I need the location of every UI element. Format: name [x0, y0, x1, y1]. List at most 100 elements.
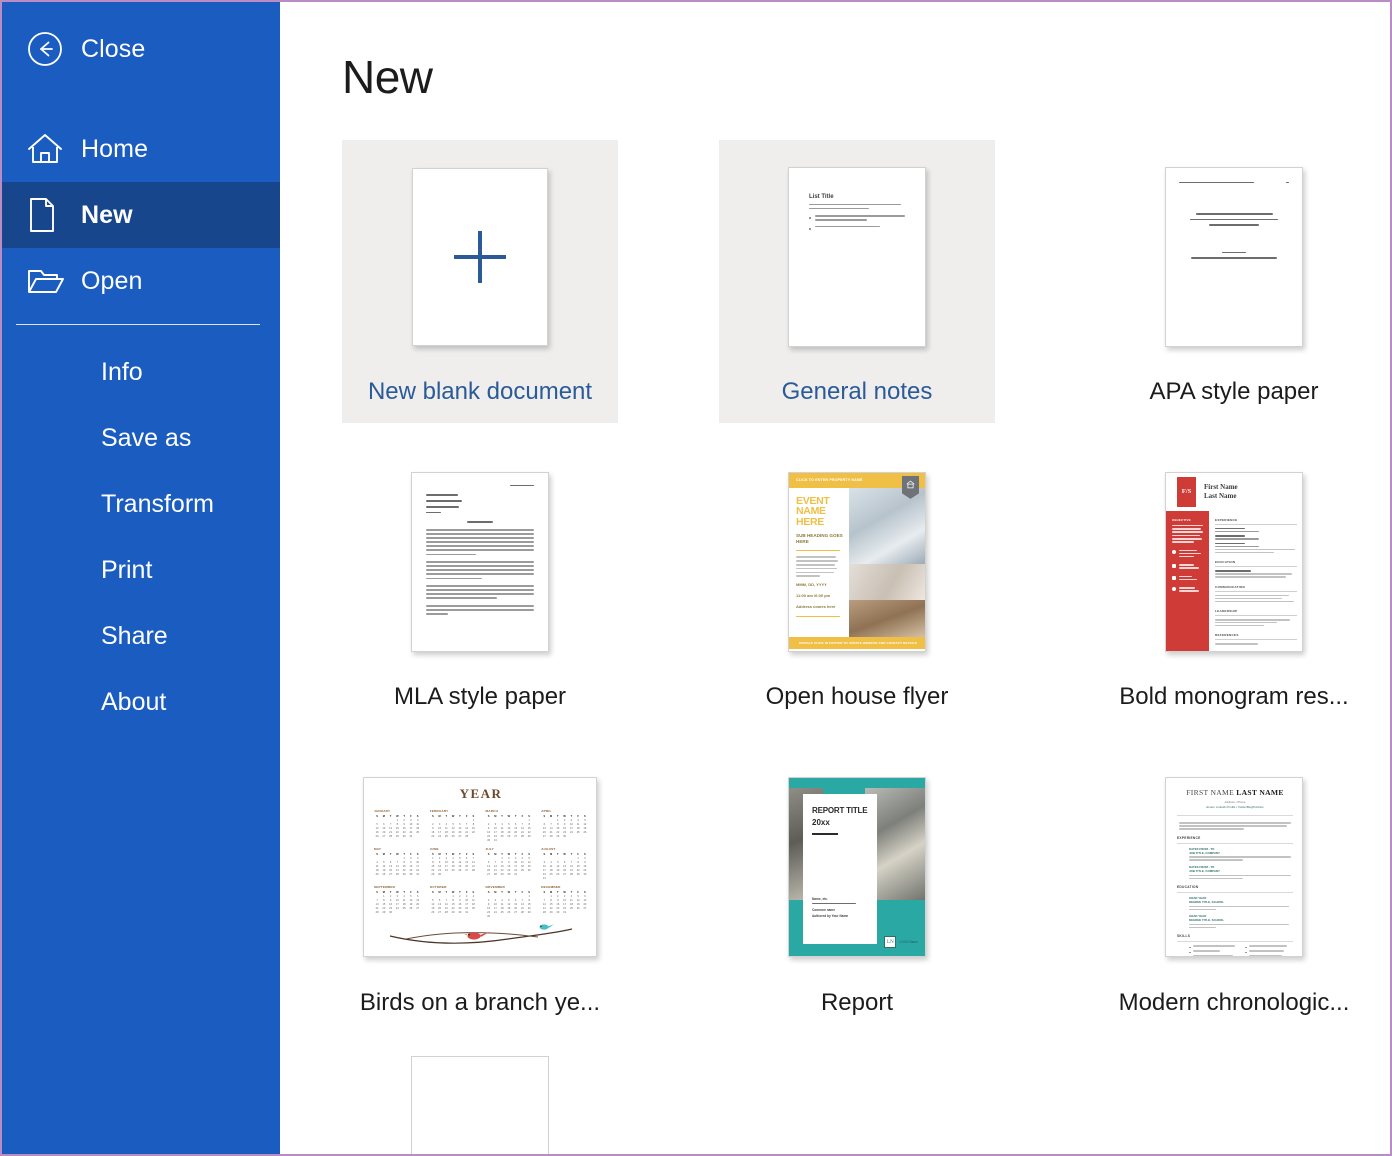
calendar-day: 19 — [374, 831, 380, 834]
calendar-day: 12 — [381, 865, 387, 868]
calendar-day-blank — [388, 857, 394, 860]
calendar-day: 8 — [430, 861, 436, 864]
sidebar-item-open[interactable]: Open — [2, 248, 280, 314]
template-tile-open-house-flyer[interactable]: CLICK TO ENTER PROPERTY NAME EVEN — [719, 445, 995, 728]
template-tile-apa-style-paper[interactable]: APA style paper — [1096, 140, 1372, 423]
calendar-day: 6 — [437, 899, 443, 902]
calendar-day: 18 — [374, 869, 380, 872]
calendar-day-header: T — [388, 815, 394, 818]
calendar-day: 22 — [450, 907, 456, 910]
template-tile-partial[interactable] — [411, 1056, 549, 1154]
calendar-day-grid: SMTWTFS123456789101112131415161718192021… — [430, 891, 477, 914]
calendar-day: 28 — [548, 835, 554, 838]
calendar-day-grid: SMTWTFS123456789101112131415161718192021… — [486, 853, 533, 876]
calendar-day: 25 — [401, 907, 407, 910]
calendar-day: 20 — [381, 831, 387, 834]
template-label: Modern chronologic... — [1119, 990, 1350, 1016]
calendar-day: 10 — [437, 827, 443, 830]
calendar-day: 31 — [541, 877, 547, 880]
calendar-day-header: M — [381, 853, 387, 856]
calendar-day: 1 — [381, 895, 387, 898]
close-button[interactable]: Close — [2, 16, 280, 82]
mc-section-heading: EXPERIENCE — [1177, 836, 1293, 840]
calendar-day: 11 — [548, 865, 554, 868]
calendar-day: 2 — [401, 819, 407, 822]
calendar-day-header: S — [470, 853, 476, 856]
calendar-day: 30 — [562, 835, 568, 838]
calendar-day: 26 — [450, 835, 456, 838]
sidebar-item-home[interactable]: Home — [2, 116, 280, 182]
calendar-day: 15 — [526, 903, 532, 906]
calendar-day: 17 — [394, 903, 400, 906]
thumbnail-new-blank-document — [412, 154, 548, 359]
calendar-day: 16 — [457, 903, 463, 906]
calendar-day: 24 — [415, 869, 421, 872]
calendar-day: 5 — [575, 895, 581, 898]
calendar-day-blank — [541, 857, 547, 860]
calendar-day: 27 — [513, 911, 519, 914]
calendar-day-header: S — [415, 853, 421, 856]
calendar-day: 12 — [575, 899, 581, 902]
calendar-day-blank — [388, 819, 394, 822]
template-tile-birds-on-a-branch-calendar[interactable]: YEAR JANUARYSMTWTFS123456789101112131415… — [342, 751, 618, 1034]
calendar-day: 7 — [568, 861, 574, 864]
calendar-day: 20 — [486, 869, 492, 872]
calendar-day-header: M — [437, 891, 443, 894]
template-tile-report[interactable]: REPORT TITLE 20xx Name, etc. Common name… — [719, 751, 995, 1034]
template-label: Report — [821, 990, 893, 1016]
calendar-day-header: W — [450, 891, 456, 894]
flyer-time: 11:00 am /6:00 pm — [796, 593, 843, 599]
calendar-day: 5 — [555, 861, 561, 864]
calendar-month-name: JUNE — [430, 847, 477, 851]
template-tile-new-blank-document[interactable]: New blank document — [342, 140, 618, 423]
calendar-day: 23 — [506, 869, 512, 872]
calendar-day: 6 — [582, 895, 588, 898]
template-tile-mla-style-paper[interactable]: MLA style paper — [342, 445, 618, 728]
sidebar-item-save-as[interactable]: Save as — [2, 405, 280, 471]
calendar-day: 15 — [499, 865, 505, 868]
calendar-day: 28 — [568, 873, 574, 876]
calendar-day: 4 — [443, 823, 449, 826]
sidebar-item-transform[interactable]: Transform — [2, 471, 280, 537]
calendar-day: 4 — [415, 819, 421, 822]
sidebar-item-new[interactable]: New — [2, 182, 280, 248]
calendar-day-header: W — [450, 853, 456, 856]
calendar-day: 25 — [575, 831, 581, 834]
calendar-day: 21 — [394, 869, 400, 872]
template-tile-modern-chronological-resume[interactable]: FIRST NAME LAST NAME Address • Phone Ema… — [1096, 751, 1372, 1034]
calendar-day: 14 — [443, 903, 449, 906]
calendar-day: 13 — [457, 827, 463, 830]
calendar-day: 22 — [401, 869, 407, 872]
calendar-month: AUGUSTSMTWTFS123456789101112131415161718… — [541, 847, 588, 880]
calendar-day: 26 — [575, 907, 581, 910]
calendar-day: 12 — [457, 861, 463, 864]
calendar-day: 26 — [457, 869, 463, 872]
calendar-day: 2 — [408, 857, 414, 860]
calendar-day: 12 — [506, 827, 512, 830]
sidebar-item-info[interactable]: Info — [2, 339, 280, 405]
calendar-day: 10 — [394, 899, 400, 902]
mc-last-name: LAST NAME — [1236, 788, 1284, 797]
sidebar-item-print[interactable]: Print — [2, 537, 280, 603]
calendar-day: 13 — [541, 827, 547, 830]
calendar-day: 5 — [506, 823, 512, 826]
calendar-day: 18 — [443, 831, 449, 834]
calendar-day-blank — [519, 895, 525, 898]
resume-section-heading: EXPERIENCE — [1215, 518, 1297, 522]
general-notes-title: List Title — [809, 194, 905, 200]
sidebar-item-about[interactable]: About — [2, 669, 280, 735]
sidebar-item-share[interactable]: Share — [2, 603, 280, 669]
calendar-day: 19 — [450, 831, 456, 834]
template-tile-bold-monogram-resume[interactable]: F/S First Name Last Name OBJECTIVE — [1096, 445, 1372, 728]
calendar-day: 3 — [394, 895, 400, 898]
calendar-day: 23 — [437, 869, 443, 872]
calendar-day: 11 — [374, 865, 380, 868]
template-tile-general-notes[interactable]: List Title — [719, 140, 995, 423]
calendar-day: 23 — [486, 911, 492, 914]
calendar-day: 6 — [513, 899, 519, 902]
calendar-day: 19 — [526, 865, 532, 868]
calendar-day: 25 — [415, 831, 421, 834]
mla-paper-preview — [411, 472, 549, 652]
calendar-day-header: F — [464, 815, 470, 818]
calendar-day-header: T — [443, 815, 449, 818]
